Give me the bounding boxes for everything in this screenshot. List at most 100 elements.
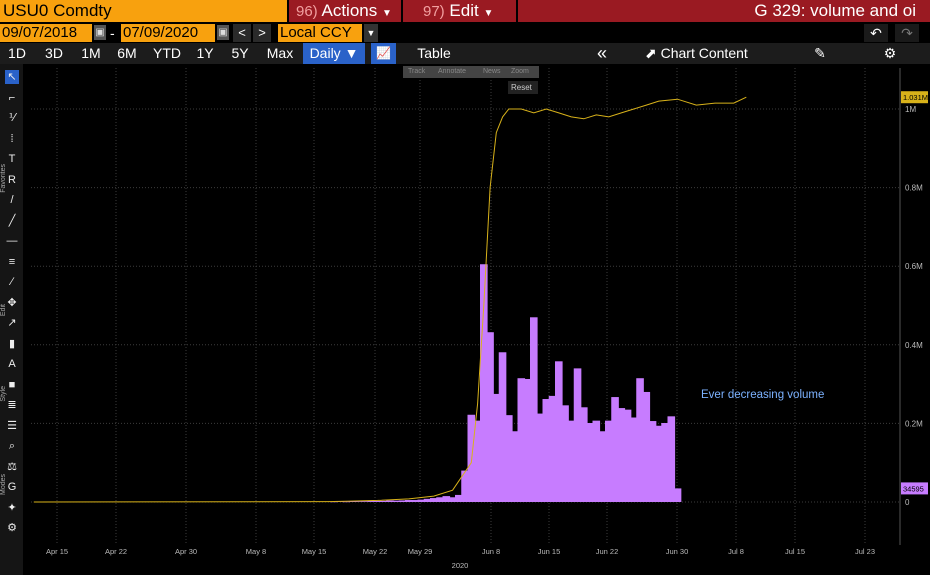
x-tick-label: Jul 15 (785, 547, 805, 556)
drawing-tool-icon[interactable]: G (5, 480, 19, 494)
chart-mode-toolbar: Track Annotate News Zoom (403, 66, 539, 78)
start-date-field[interactable]: 09/07/2018 (0, 24, 92, 42)
currency-select[interactable]: Local CCY (278, 24, 362, 42)
x-tick-label: Apr 15 (46, 547, 68, 556)
edit-menu[interactable]: 97) Edit ▼ (423, 0, 493, 22)
reset-zoom-button[interactable]: Reset (508, 81, 538, 94)
x-tick-label: Jul 23 (855, 547, 875, 556)
redo-icon[interactable]: ↷ (895, 24, 919, 42)
drawing-tool-icon[interactable]: ⌐ (5, 91, 19, 105)
x-tick-label: Jun 22 (596, 547, 619, 556)
drawing-tool-icon[interactable]: ☰ (5, 419, 19, 433)
last-volume-label: 34595 (903, 484, 924, 493)
drawing-tool-icon[interactable]: ■ (5, 378, 19, 392)
chart-content-button[interactable]: ⬈ Chart Content (645, 43, 748, 64)
chevron-down-icon[interactable]: ▼ (364, 24, 378, 42)
x-tick-label: Apr 22 (105, 547, 127, 556)
y-tick-label: 0.6M (905, 262, 923, 271)
range-1d-button[interactable]: 1D (2, 43, 32, 64)
actions-menu[interactable]: 96) Actions ▼ (296, 0, 392, 22)
drawing-tool-icon[interactable]: ╱ (5, 214, 19, 228)
x-tick-label: May 8 (246, 547, 266, 556)
drawing-tool-icon[interactable]: ⁞ (5, 132, 19, 146)
edit-icon[interactable]: ✎ (810, 43, 830, 64)
chevron-down-icon: ▼ (483, 8, 494, 19)
range-1y-button[interactable]: 1Y (190, 43, 220, 64)
x-tick-label: May 15 (302, 547, 327, 556)
drawing-tool-icon[interactable]: ∕ (5, 275, 19, 289)
x-tick-label: Jun 15 (538, 547, 561, 556)
range-max-button[interactable]: Max (262, 43, 298, 64)
drawing-tool-icon[interactable]: / (5, 193, 19, 207)
drawing-tool-icon[interactable]: — (5, 234, 19, 248)
chart-annotation: Ever decreasing volume (701, 389, 824, 401)
chart-content-icon: ⬈ (645, 45, 657, 61)
x-axis-year-label: 2020 (452, 561, 469, 570)
drawing-tool-icon[interactable]: ⌕ (5, 439, 19, 453)
news-tool[interactable]: News (483, 66, 501, 78)
drawing-tool-icon[interactable]: ▮ (5, 337, 19, 351)
drawing-tool-icon[interactable]: ↖ (5, 70, 19, 84)
drawing-tool-icon[interactable]: ≡ (5, 255, 19, 269)
divider (401, 0, 403, 22)
drawing-tool-icon[interactable]: ✦ (5, 501, 19, 515)
drawing-tool-icon[interactable]: T (5, 152, 19, 166)
calendar-icon[interactable]: ▣ (94, 25, 106, 40)
top-bar: USU0 Comdty 96) Actions ▼ 97) Edit ▼ G 3… (0, 0, 930, 22)
actions-menu-label: Actions (321, 1, 378, 20)
chart-content-label: Chart Content (660, 45, 748, 61)
annotate-tool[interactable]: Annotate (438, 66, 466, 78)
drawing-tool-icon[interactable]: ✥ (5, 296, 19, 310)
chart-title: G 329: volume and oi (754, 1, 916, 20)
range-3d-button[interactable]: 3D (37, 43, 71, 64)
range-5y-button[interactable]: 5Y (223, 43, 257, 64)
x-tick-label: May 29 (408, 547, 433, 556)
ticker-field[interactable]: USU0 Comdty (0, 0, 287, 22)
drawing-tool-icon[interactable]: ≣ (5, 398, 19, 412)
line-chart-icon[interactable]: 📈 (371, 43, 396, 64)
edit-menu-number: 97) (423, 3, 445, 20)
end-date-field[interactable]: 07/09/2020 (121, 24, 215, 42)
volume-oi-chart[interactable]: 1M 0.8M 0.6M 0.4M 0.2M 0 Apr 15 Apr 22 Apr 30 May… (23, 64, 930, 575)
range-1m-button[interactable]: 1M (74, 43, 108, 64)
drawing-tools-sidebar: Favorites Edit Style Modes ↖ ⌐ ⅟ ⁞ T R / ╱ — ≡ ∕ ✥ ↗… (0, 64, 23, 575)
divider (287, 0, 289, 22)
x-tick-label: Jul 8 (728, 547, 744, 556)
track-tool[interactable]: Track (408, 66, 425, 78)
y-tick-label: 0 (905, 498, 910, 507)
settings-icon[interactable]: ⚙ (880, 43, 900, 64)
y-tick-label: 1M (905, 105, 916, 114)
range-6m-button[interactable]: 6M (110, 43, 144, 64)
zoom-tool[interactable]: Zoom (511, 66, 529, 78)
prev-period-button[interactable]: < (233, 24, 251, 42)
x-tick-label: May 22 (363, 547, 388, 556)
drawing-tool-icon[interactable]: ⅟ (5, 111, 19, 125)
range-ytd-button[interactable]: YTD (147, 43, 187, 64)
y-tick-label: 0.2M (905, 419, 923, 428)
chart-toolbar: 1D 3D 1M 6M YTD 1Y 5Y Max Daily ▼ 📈 Tabl… (0, 43, 930, 64)
chevron-down-icon: ▼ (381, 8, 392, 19)
drawing-tool-icon[interactable]: ⚖ (5, 460, 19, 474)
drawing-tool-icon[interactable]: ↗ (5, 316, 19, 330)
table-button[interactable]: Table (410, 43, 458, 64)
undo-icon[interactable]: ↶ (864, 24, 888, 42)
divider (516, 0, 518, 22)
x-tick-label: Apr 30 (175, 547, 197, 556)
collapse-icon[interactable]: « (592, 43, 612, 64)
volume-bar (673, 488, 682, 502)
date-range-bar: 09/07/2018 ▣ - 07/09/2020 ▣ < > Local CC… (0, 23, 930, 43)
y-tick-label: 0.4M (905, 341, 923, 350)
date-separator: - (110, 25, 115, 41)
drawing-tool-icon[interactable]: ⚙ (5, 521, 19, 535)
drawing-tool-icon[interactable]: A (5, 357, 19, 371)
actions-menu-number: 96) (296, 3, 318, 20)
calendar-icon[interactable]: ▣ (217, 25, 229, 40)
edit-menu-label: Edit (449, 1, 479, 20)
frequency-select[interactable]: Daily ▼ (303, 43, 365, 64)
next-period-button[interactable]: > (253, 24, 271, 42)
x-tick-label: Jun 30 (666, 547, 689, 556)
x-tick-label: Jun 8 (482, 547, 500, 556)
drawing-tool-icon[interactable]: R (5, 173, 19, 187)
last-oi-label: 1.031M (903, 93, 928, 102)
y-tick-label: 0.8M (905, 184, 923, 193)
